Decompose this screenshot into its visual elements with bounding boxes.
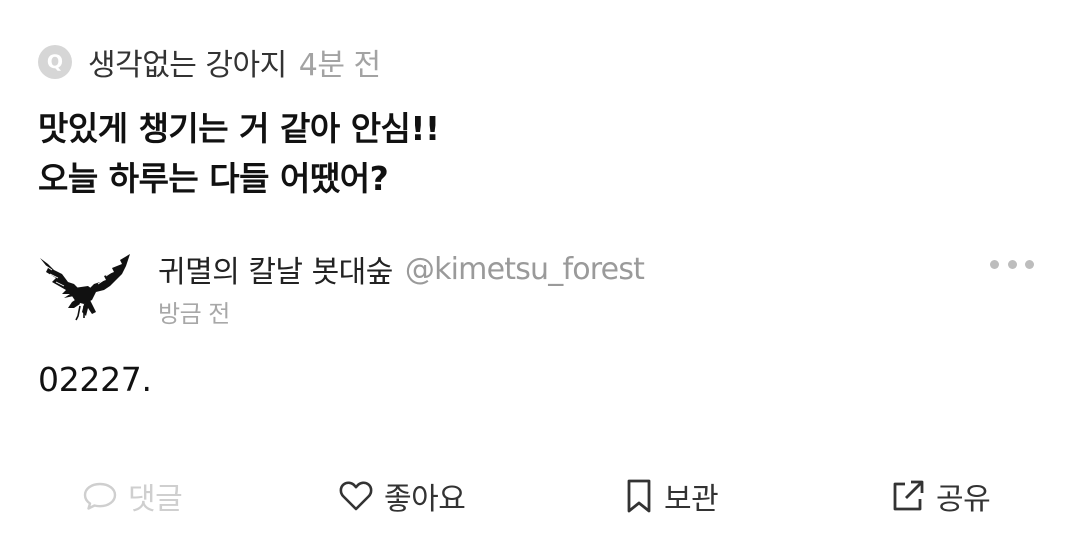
- more-dots-icon[interactable]: [990, 250, 1034, 278]
- question-text: 맛있게 챙기는 거 같아 안심!! 오늘 하루는 다들 어땠어?: [38, 104, 440, 204]
- question-line: 오늘 하루는 다들 어땠어?: [38, 159, 389, 198]
- crow-icon[interactable]: [34, 246, 134, 326]
- comment-label: 댓글: [128, 482, 183, 517]
- dot: [990, 259, 999, 269]
- q-badge-icon: Q: [38, 45, 72, 79]
- question-header: Q 생각없는 강아지 4분 전: [38, 40, 381, 84]
- answer-text: 02227.: [38, 360, 152, 399]
- like-button[interactable]: 좋아요: [338, 474, 466, 518]
- share-button[interactable]: 공유: [890, 474, 991, 518]
- share-label: 공유: [936, 482, 991, 517]
- answerer-handle[interactable]: @kimetsu_forest: [405, 252, 645, 287]
- share-external-icon: [893, 480, 924, 511]
- save-button[interactable]: 보관: [624, 474, 719, 518]
- heart-outline-icon: [339, 481, 373, 511]
- bookmark-icon: [627, 479, 651, 513]
- answer-header: 귀멸의 칼날 봇대숲 @kimetsu_forest 방금 전: [158, 247, 645, 329]
- like-label: 좋아요: [384, 482, 466, 517]
- save-label: 보관: [664, 482, 719, 517]
- answer-timestamp: 방금 전: [158, 300, 230, 328]
- asker-name[interactable]: 생각없는 강아지: [88, 40, 287, 84]
- answerer-name[interactable]: 귀멸의 칼날 봇대숲: [158, 247, 393, 291]
- comment-button[interactable]: 댓글: [82, 474, 183, 518]
- question-timestamp: 4분 전: [298, 48, 381, 83]
- dot: [1025, 259, 1034, 269]
- question-line: 맛있게 챙기는 거 같아 안심!!: [38, 109, 440, 148]
- dot: [1007, 259, 1017, 269]
- answerer-line: 귀멸의 칼날 봇대숲 @kimetsu_forest: [158, 247, 645, 291]
- comment-bubble-icon: [83, 482, 117, 510]
